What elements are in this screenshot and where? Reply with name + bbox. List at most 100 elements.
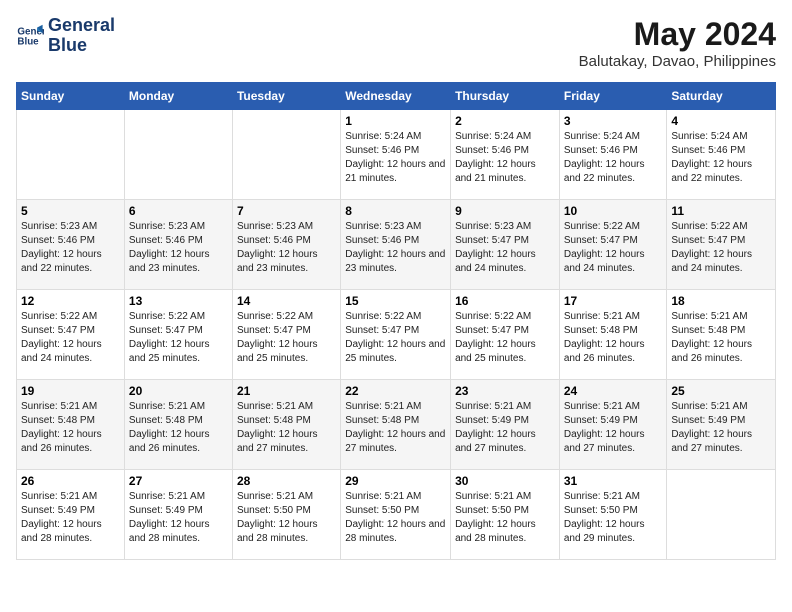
day-info: Sunrise: 5:24 AM Sunset: 5:46 PM Dayligh… (671, 130, 771, 186)
calendar-day-cell: 22 Sunrise: 5:21 AM Sunset: 5:48 PM Dayli… (341, 380, 451, 470)
day-info: Sunrise: 5:22 AM Sunset: 5:47 PM Dayligh… (564, 220, 663, 276)
calendar-day-cell: 1 Sunrise: 5:24 AM Sunset: 5:46 PM Daylig… (341, 110, 451, 200)
svg-text:Blue: Blue (17, 36, 39, 47)
day-number: 17 (564, 294, 663, 308)
day-info: Sunrise: 5:21 AM Sunset: 5:49 PM Dayligh… (21, 490, 120, 546)
weekday-header: Tuesday (232, 83, 340, 110)
calendar-week-row: 1 Sunrise: 5:24 AM Sunset: 5:46 PM Daylig… (17, 110, 776, 200)
calendar-day-cell: 6 Sunrise: 5:23 AM Sunset: 5:46 PM Daylig… (124, 200, 232, 290)
day-number: 21 (237, 384, 336, 398)
day-info: Sunrise: 5:21 AM Sunset: 5:48 PM Dayligh… (671, 310, 771, 366)
day-info: Sunrise: 5:23 AM Sunset: 5:46 PM Dayligh… (21, 220, 120, 276)
header-row: SundayMondayTuesdayWednesdayThursdayFrid… (17, 83, 776, 110)
calendar-day-cell: 15Sunrise: 5:22 AM Sunset: 5:47 PM Dayli… (341, 290, 451, 380)
day-number: 10 (564, 204, 663, 218)
day-info: Sunrise: 5:23 AM Sunset: 5:46 PM Dayligh… (237, 220, 336, 276)
day-number: 28 (237, 474, 336, 488)
day-info: Sunrise: 5:21 AM Sunset: 5:50 PM Dayligh… (564, 490, 663, 546)
day-info: Sunrise: 5:21 AM Sunset: 5:48 PM Dayligh… (129, 400, 228, 456)
day-number: 4 (671, 114, 771, 128)
day-number: 15 (345, 294, 446, 308)
calendar-day-cell: 27 Sunrise: 5:21 AM Sunset: 5:49 PM Dayli… (124, 470, 232, 560)
day-info: Sunrise: 5:21 AM Sunset: 5:50 PM Dayligh… (345, 490, 446, 546)
day-info: Sunrise: 5:21 AM Sunset: 5:49 PM Dayligh… (564, 400, 663, 456)
logo-icon: General Blue (16, 22, 44, 50)
weekday-header: Saturday (667, 83, 776, 110)
day-info: Sunrise: 5:24 AM Sunset: 5:46 PM Dayligh… (345, 130, 446, 186)
title-area: May 2024 Balutakay, Davao, Philippines (579, 16, 776, 70)
day-number: 8 (345, 204, 446, 218)
calendar-day-cell: 3 Sunrise: 5:24 AM Sunset: 5:46 PM Daylig… (559, 110, 667, 200)
calendar-day-cell (124, 110, 232, 200)
day-number: 3 (564, 114, 663, 128)
day-number: 1 (345, 114, 446, 128)
day-number: 7 (237, 204, 336, 218)
logo-text-line2: Blue (48, 36, 115, 56)
calendar-day-cell (17, 110, 125, 200)
weekday-header: Friday (559, 83, 667, 110)
calendar-day-cell: 20 Sunrise: 5:21 AM Sunset: 5:48 PM Dayli… (124, 380, 232, 470)
day-info: Sunrise: 5:21 AM Sunset: 5:50 PM Dayligh… (455, 490, 555, 546)
calendar-day-cell: 4 Sunrise: 5:24 AM Sunset: 5:46 PM Daylig… (667, 110, 776, 200)
day-info: Sunrise: 5:21 AM Sunset: 5:49 PM Dayligh… (455, 400, 555, 456)
calendar-day-cell: 14Sunrise: 5:22 AM Sunset: 5:47 PM Dayli… (232, 290, 340, 380)
day-info: Sunrise: 5:21 AM Sunset: 5:48 PM Dayligh… (237, 400, 336, 456)
day-number: 20 (129, 384, 228, 398)
day-info: Sunrise: 5:22 AM Sunset: 5:47 PM Dayligh… (455, 310, 555, 366)
calendar-table: SundayMondayTuesdayWednesdayThursdayFrid… (16, 82, 776, 560)
day-number: 6 (129, 204, 228, 218)
calendar-day-cell: 29 Sunrise: 5:21 AM Sunset: 5:50 PM Dayli… (341, 470, 451, 560)
calendar-day-cell: 17Sunrise: 5:21 AM Sunset: 5:48 PM Dayli… (559, 290, 667, 380)
calendar-day-cell: 9 Sunrise: 5:23 AM Sunset: 5:47 PM Daylig… (451, 200, 560, 290)
day-number: 19 (21, 384, 120, 398)
day-number: 23 (455, 384, 555, 398)
calendar-day-cell (232, 110, 340, 200)
calendar-day-cell: 5Sunrise: 5:23 AM Sunset: 5:46 PM Daylig… (17, 200, 125, 290)
day-number: 9 (455, 204, 555, 218)
calendar-day-cell: 7 Sunrise: 5:23 AM Sunset: 5:46 PM Daylig… (232, 200, 340, 290)
calendar-week-row: 19 Sunrise: 5:21 AM Sunset: 5:48 PM Dayli… (17, 380, 776, 470)
calendar-day-cell: 25Sunrise: 5:21 AM Sunset: 5:49 PM Dayli… (667, 380, 776, 470)
calendar-day-cell: 19 Sunrise: 5:21 AM Sunset: 5:48 PM Dayli… (17, 380, 125, 470)
day-number: 22 (345, 384, 446, 398)
day-info: Sunrise: 5:22 AM Sunset: 5:47 PM Dayligh… (237, 310, 336, 366)
day-info: Sunrise: 5:21 AM Sunset: 5:48 PM Dayligh… (345, 400, 446, 456)
logo: General Blue General Blue (16, 16, 115, 56)
day-info: Sunrise: 5:23 AM Sunset: 5:47 PM Dayligh… (455, 220, 555, 276)
day-info: Sunrise: 5:21 AM Sunset: 5:48 PM Dayligh… (21, 400, 120, 456)
calendar-day-cell: 2Sunrise: 5:24 AM Sunset: 5:46 PM Daylig… (451, 110, 560, 200)
day-number: 25 (671, 384, 771, 398)
day-number: 11 (671, 204, 771, 218)
day-info: Sunrise: 5:22 AM Sunset: 5:47 PM Dayligh… (21, 310, 120, 366)
weekday-header: Monday (124, 83, 232, 110)
day-info: Sunrise: 5:22 AM Sunset: 5:47 PM Dayligh… (129, 310, 228, 366)
day-info: Sunrise: 5:23 AM Sunset: 5:46 PM Dayligh… (129, 220, 228, 276)
calendar-day-cell: 13 Sunrise: 5:22 AM Sunset: 5:47 PM Dayli… (124, 290, 232, 380)
header: General Blue General Blue May 2024 Balut… (16, 16, 776, 70)
calendar-header: SundayMondayTuesdayWednesdayThursdayFrid… (17, 83, 776, 110)
day-number: 26 (21, 474, 120, 488)
day-info: Sunrise: 5:22 AM Sunset: 5:47 PM Dayligh… (671, 220, 771, 276)
day-number: 12 (21, 294, 120, 308)
day-number: 31 (564, 474, 663, 488)
day-number: 29 (345, 474, 446, 488)
calendar-week-row: 12 Sunrise: 5:22 AM Sunset: 5:47 PM Dayli… (17, 290, 776, 380)
calendar-day-cell (667, 470, 776, 560)
day-info: Sunrise: 5:24 AM Sunset: 5:46 PM Dayligh… (564, 130, 663, 186)
day-info: Sunrise: 5:23 AM Sunset: 5:46 PM Dayligh… (345, 220, 446, 276)
calendar-week-row: 5Sunrise: 5:23 AM Sunset: 5:46 PM Daylig… (17, 200, 776, 290)
main-title: May 2024 (579, 16, 776, 53)
weekday-header: Sunday (17, 83, 125, 110)
weekday-header: Thursday (451, 83, 560, 110)
calendar-day-cell: 26 Sunrise: 5:21 AM Sunset: 5:49 PM Dayli… (17, 470, 125, 560)
day-number: 27 (129, 474, 228, 488)
day-number: 18 (671, 294, 771, 308)
day-number: 2 (455, 114, 555, 128)
day-number: 13 (129, 294, 228, 308)
day-number: 16 (455, 294, 555, 308)
day-info: Sunrise: 5:21 AM Sunset: 5:49 PM Dayligh… (129, 490, 228, 546)
calendar-day-cell: 30Sunrise: 5:21 AM Sunset: 5:50 PM Dayli… (451, 470, 560, 560)
logo-text-line1: General (48, 16, 115, 36)
calendar-day-cell: 12 Sunrise: 5:22 AM Sunset: 5:47 PM Dayli… (17, 290, 125, 380)
calendar-day-cell: 31 Sunrise: 5:21 AM Sunset: 5:50 PM Dayli… (559, 470, 667, 560)
